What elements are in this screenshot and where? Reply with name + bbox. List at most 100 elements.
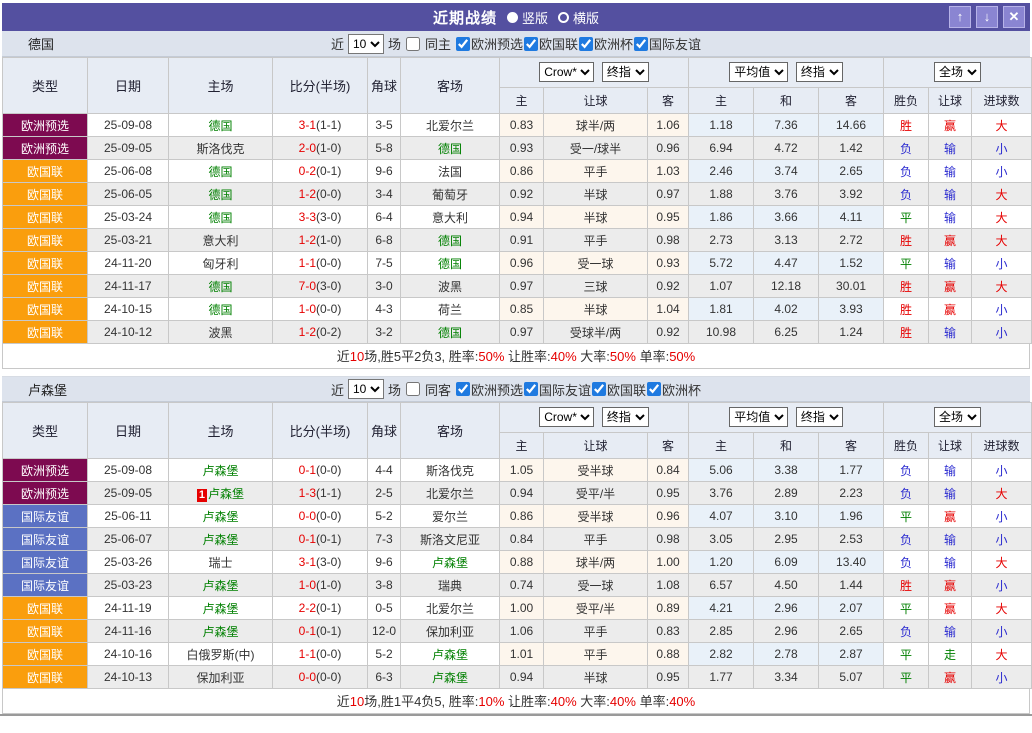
home-team-name: 德国 [208, 280, 232, 294]
score: 1-1(0-0) [273, 643, 368, 666]
home-team: 卢森堡 [169, 574, 273, 597]
match-count-select[interactable]: 10 [348, 379, 384, 399]
close-button[interactable]: ✕ [1003, 6, 1025, 28]
crow-away-odds: 0.93 [648, 252, 689, 275]
home-team: 德国 [169, 275, 273, 298]
crow-handicap: 受一球 [544, 252, 648, 275]
match-type-tag: 欧国联 [3, 229, 88, 252]
corner-score: 4-3 [368, 298, 401, 321]
bookmaker-select[interactable]: Crow* [539, 407, 594, 427]
halftime-score: (1-0) [316, 233, 341, 247]
avg-home-odds: 5.72 [689, 252, 754, 275]
home-team-name: 卢森堡 [202, 533, 238, 547]
average-select[interactable]: 平均值 [729, 62, 788, 82]
result-goals: 大 [972, 643, 1032, 666]
league-filter[interactable]: 欧洲杯 [578, 34, 633, 53]
result-goals: 小 [972, 137, 1032, 160]
score: 2-0(1-0) [273, 137, 368, 160]
league-filter[interactable]: 欧洲预选 [455, 380, 523, 399]
result-winlose: 负 [884, 528, 929, 551]
league-checkbox[interactable] [456, 382, 470, 396]
away-team-name: 卢森堡 [432, 671, 468, 685]
away-team-name: 德国 [438, 234, 462, 248]
crow-home-odds: 1.01 [500, 643, 544, 666]
average-select[interactable]: 平均值 [729, 407, 788, 427]
col-home: 主场 [169, 403, 273, 459]
league-checkbox[interactable] [579, 37, 593, 51]
away-team-name: 斯洛文尼亚 [420, 533, 480, 547]
layout-vertical-option[interactable]: 竖版 [507, 8, 548, 27]
subcol-winlose: 胜负 [884, 432, 929, 458]
league-checkbox[interactable] [647, 382, 661, 396]
halftime-score: (1-1) [316, 118, 341, 132]
match-row: 欧国联24-10-12波黑1-2(0-2)3-2德国0.97受球半/两0.921… [3, 321, 1032, 344]
crow-handicap: 受半球 [544, 459, 648, 482]
result-winlose: 负 [884, 551, 929, 574]
odds-time-select[interactable]: 终指 [796, 62, 843, 82]
odds-time-select[interactable]: 终指 [796, 407, 843, 427]
league-filter[interactable]: 欧国联 [591, 380, 646, 399]
crow-home-odds: 0.92 [500, 183, 544, 206]
match-date: 24-11-20 [88, 252, 169, 275]
league-checkbox[interactable] [634, 37, 648, 51]
away-team-name: 德国 [438, 257, 462, 271]
summary-text: 场,胜5平2负3, 胜率: [364, 349, 478, 364]
crow-handicap: 平手 [544, 620, 648, 643]
home-team: 白俄罗斯(中) [169, 643, 273, 666]
match-row: 欧国联24-10-16白俄罗斯(中)1-1(0-0)5-2卢森堡1.01平手0.… [3, 643, 1032, 666]
away-team-name: 爱尔兰 [432, 510, 468, 524]
col-corner: 角球 [368, 58, 401, 114]
layout-horizontal-option[interactable]: 横版 [558, 8, 599, 27]
league-filter[interactable]: 欧洲杯 [646, 380, 701, 399]
away-team: 卢森堡 [401, 551, 500, 574]
league-filter[interactable]: 国际友谊 [633, 34, 701, 53]
fulltime-score: 0-1 [299, 624, 316, 638]
halftime-score: (3-0) [316, 279, 341, 293]
same-venue-checkbox[interactable] [406, 382, 420, 396]
team-section-header: 德国 近 10 场 同主 欧洲预选欧国联欧洲杯国际友谊 [2, 31, 1030, 57]
odds-time-select[interactable]: 终指 [602, 407, 649, 427]
league-checkboxes: 欧洲预选国际友谊欧国联欧洲杯 [455, 380, 701, 399]
crow-home-odds: 0.94 [500, 482, 544, 505]
avg-draw-odds: 7.36 [754, 114, 819, 137]
same-venue-checkbox[interactable] [406, 37, 420, 51]
away-team: 法国 [401, 160, 500, 183]
match-row: 欧洲预选25-09-051卢森堡1-3(1-1)2-5北爱尔兰0.94受平/半0… [3, 482, 1032, 505]
recent-label: 近 [331, 380, 344, 399]
fulltime-select[interactable]: 全场 [934, 62, 981, 82]
avg-away-odds: 2.87 [819, 643, 884, 666]
league-checkbox[interactable] [524, 382, 538, 396]
match-date: 25-09-08 [88, 459, 169, 482]
subcol-away-odds: 客 [648, 432, 689, 458]
result-handicap: 输 [929, 459, 972, 482]
league-filter[interactable]: 欧国联 [523, 34, 578, 53]
same-venue-label: 同客 [425, 380, 451, 399]
odds-time-select[interactable]: 终指 [602, 62, 649, 82]
league-filter[interactable]: 欧洲预选 [455, 34, 523, 53]
result-goals: 大 [972, 206, 1032, 229]
col-type: 类型 [3, 403, 88, 459]
result-handicap: 赢 [929, 505, 972, 528]
match-date: 24-11-19 [88, 597, 169, 620]
result-group-header: 全场 [884, 403, 1032, 433]
fulltime-select[interactable]: 全场 [934, 407, 981, 427]
avg-home-odds: 2.73 [689, 229, 754, 252]
summary-text: 大率: [577, 349, 610, 364]
subcol-home-odds: 主 [500, 87, 544, 113]
league-checkbox[interactable] [524, 37, 538, 51]
league-checkbox[interactable] [592, 382, 606, 396]
summary-text: 单率: [636, 349, 669, 364]
move-up-button[interactable]: ↑ [949, 6, 971, 28]
bookmaker-select[interactable]: Crow* [539, 62, 594, 82]
corner-score: 3-2 [368, 321, 401, 344]
corner-score: 4-4 [368, 459, 401, 482]
match-row: 国际友谊25-06-11卢森堡0-0(0-0)5-2爱尔兰0.86受半球0.96… [3, 505, 1032, 528]
league-filter[interactable]: 国际友谊 [523, 380, 591, 399]
league-checkbox[interactable] [456, 37, 470, 51]
match-count-select[interactable]: 10 [348, 34, 384, 54]
match-type-tag: 欧国联 [3, 275, 88, 298]
title-group: 近期战绩 竖版 横版 [433, 7, 599, 28]
crow-home-odds: 0.83 [500, 114, 544, 137]
move-down-button[interactable]: ↓ [976, 6, 998, 28]
avg-draw-odds: 3.38 [754, 459, 819, 482]
